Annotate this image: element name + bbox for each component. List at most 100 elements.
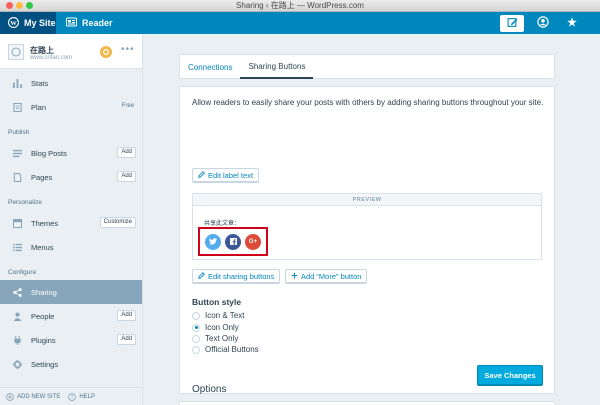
edit-sharing-buttons-label: Edit sharing buttons [208, 271, 275, 281]
sidebar-item-label: Menus [31, 242, 54, 252]
add-more-label: Add “More” button [301, 271, 362, 281]
options-card [179, 401, 555, 405]
svg-text:?: ? [71, 394, 74, 400]
section-nav: Connections Sharing Buttons [179, 54, 555, 79]
sidebar-item-stats[interactable]: Stats [0, 71, 142, 95]
minimize-window-button[interactable] [16, 2, 23, 9]
more-options-icon[interactable]: ••• [121, 44, 135, 55]
site-card[interactable]: 在路上 www.crifan.com ••• [0, 34, 142, 69]
pencil-icon [198, 170, 205, 180]
sidebar: 在路上 www.crifan.com ••• Stats Plan Free P… [0, 34, 143, 405]
window-title: Sharing ‹ 在路上 — WordPress.com [236, 1, 364, 10]
main-content: Connections Sharing Buttons Allow reader… [143, 34, 600, 405]
site-avatar[interactable] [100, 46, 112, 58]
save-changes-button[interactable]: Save Changes [477, 365, 543, 386]
edit-sharing-buttons-button[interactable]: Edit sharing buttons [192, 269, 281, 284]
sharing-buttons-card: Allow readers to easily share your posts… [179, 86, 555, 394]
sharing-preview: PREVIEW 共享此文章： G+ [192, 193, 542, 260]
svg-text:W: W [10, 19, 17, 26]
add-plugin-button[interactable]: Add [117, 334, 136, 345]
add-new-site-link[interactable]: ADD NEW SITE [6, 392, 61, 401]
site-url: www.crifan.com [30, 55, 73, 61]
style-option-label: Official Buttons [205, 345, 259, 354]
help-icon: ? [68, 392, 77, 401]
style-option-text-only[interactable]: Text Only [192, 334, 238, 343]
add-people-button[interactable]: Add [117, 310, 136, 321]
section-personalize: Personalize [8, 199, 42, 206]
zoom-window-button[interactable] [26, 2, 33, 9]
sidebar-item-sharing[interactable]: Sharing [0, 280, 142, 304]
twitter-icon [209, 237, 217, 247]
style-option-official[interactable]: Official Buttons [192, 345, 259, 354]
pages-icon [12, 172, 22, 182]
button-style-title: Button style [192, 297, 242, 307]
twitter-share-button[interactable] [205, 234, 221, 250]
tab-connections[interactable]: Connections [180, 55, 240, 79]
style-option-icon-text[interactable]: Icon & Text [192, 311, 244, 320]
me-icon [537, 16, 549, 30]
edit-label-text-button[interactable]: Edit label text [192, 168, 260, 183]
sidebar-item-label: Settings [31, 359, 59, 369]
edit-label-text-label: Edit label text [208, 170, 254, 180]
reader-label: Reader [82, 18, 113, 28]
preview-header: PREVIEW [193, 194, 541, 206]
themes-icon [12, 218, 22, 228]
radio-button[interactable] [192, 345, 200, 354]
google-plus-share-button[interactable]: G+ [245, 234, 261, 250]
wordpress-icon: W [8, 16, 19, 30]
help-link[interactable]: ? HELP [68, 392, 95, 401]
me-button[interactable] [537, 12, 549, 34]
tab-sharing-buttons[interactable]: Sharing Buttons [240, 55, 314, 79]
window-titlebar: Sharing ‹ 在路上 — WordPress.com [0, 0, 600, 12]
section-publish: Publish [8, 129, 30, 136]
radio-button-checked[interactable] [192, 323, 200, 332]
my-site-label: My Site [24, 18, 56, 28]
write-icon [507, 17, 518, 30]
highlighted-share-buttons: G+ [198, 227, 268, 256]
plan-free-tag: Free [121, 103, 134, 109]
close-window-button[interactable] [6, 2, 13, 9]
reader-button[interactable]: Reader [66, 12, 113, 34]
style-option-label: Icon & Text [205, 311, 245, 320]
sidebar-item-label: Sharing [31, 287, 57, 297]
facebook-share-button[interactable] [225, 234, 241, 250]
menus-icon [12, 242, 22, 252]
site-icon [8, 44, 24, 60]
options-title: Options [192, 384, 227, 395]
masterbar: W My Site Reader [0, 12, 600, 34]
write-button[interactable] [500, 15, 524, 32]
sidebar-item-settings[interactable]: Settings [0, 352, 142, 376]
sidebar-item-plan[interactable]: Plan Free [0, 95, 142, 119]
radio-button[interactable] [192, 311, 200, 320]
section-configure: Configure [8, 269, 37, 276]
my-site-button[interactable]: W My Site [0, 12, 56, 34]
add-more-button[interactable]: Add “More” button [285, 269, 368, 284]
style-option-icon-only[interactable]: Icon Only [192, 323, 239, 332]
sidebar-item-plugins[interactable]: Plugins Add [0, 328, 142, 352]
add-page-button[interactable]: Add [117, 171, 136, 182]
sidebar-item-label: Themes [31, 218, 59, 228]
add-new-site-label: ADD NEW SITE [17, 393, 61, 400]
sharing-intro-text: Allow readers to easily share your posts… [192, 98, 544, 107]
notifications-button[interactable] [566, 12, 578, 34]
style-option-label: Text Only [205, 334, 239, 343]
google-plus-icon: G+ [248, 239, 258, 245]
reader-icon [66, 17, 77, 29]
plan-icon [12, 102, 22, 112]
sidebar-item-people[interactable]: People Add [0, 304, 142, 328]
sidebar-item-themes[interactable]: Themes Customize [0, 211, 142, 235]
share-label: 共享此文章： [204, 221, 241, 227]
sidebar-item-label: Pages [31, 172, 53, 182]
add-post-button[interactable]: Add [117, 147, 136, 158]
add-circle-icon [6, 392, 14, 401]
plus-icon [291, 272, 298, 281]
sidebar-item-menus[interactable]: Menus [0, 235, 142, 259]
sidebar-item-pages[interactable]: Pages Add [0, 165, 142, 189]
sidebar-item-blog-posts[interactable]: Blog Posts Add [0, 141, 142, 165]
settings-icon [12, 359, 22, 369]
radio-button[interactable] [192, 334, 200, 343]
facebook-icon [229, 237, 237, 247]
sidebar-item-label: Stats [31, 78, 49, 88]
people-icon [12, 311, 22, 321]
customize-button[interactable]: Customize [99, 217, 136, 228]
